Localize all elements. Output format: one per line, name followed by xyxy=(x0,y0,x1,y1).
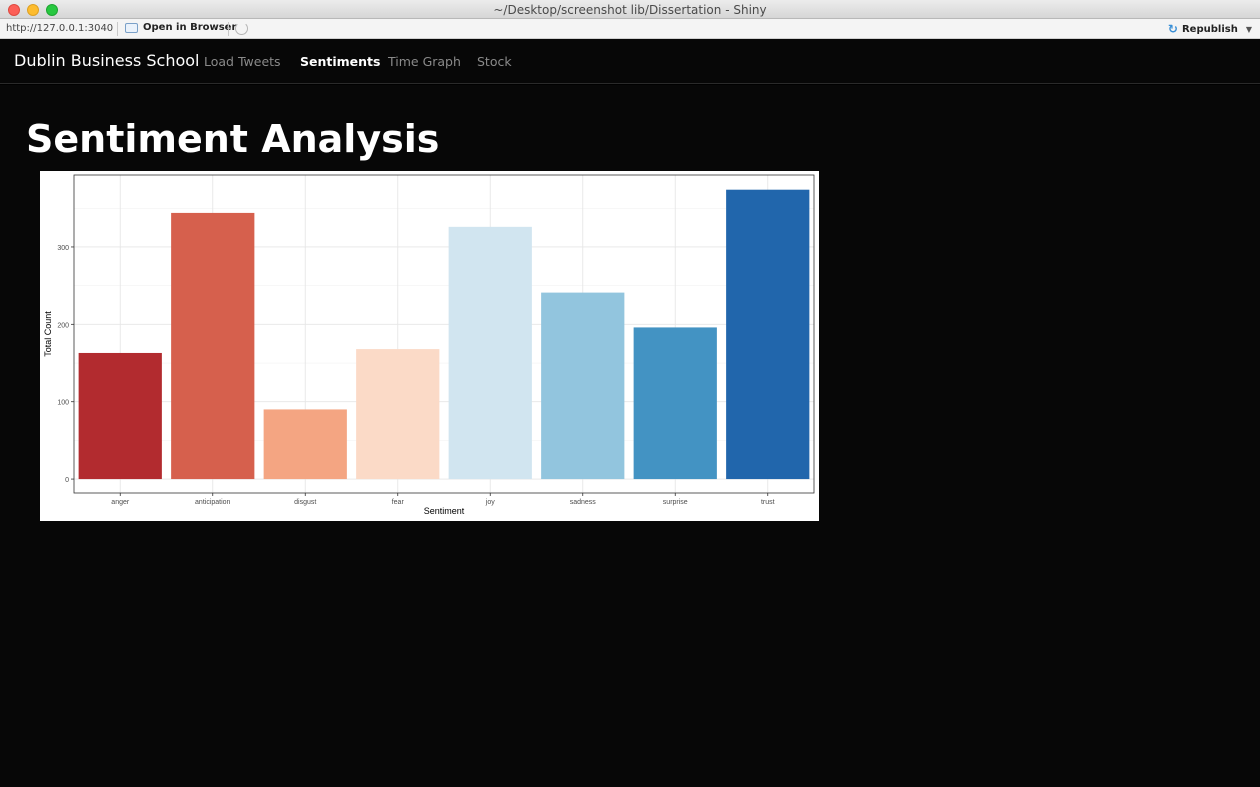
bar-anger xyxy=(78,352,162,480)
x-tick-label: trust xyxy=(761,499,775,506)
tab-sentiments[interactable]: Sentiments xyxy=(300,54,380,69)
bar-disgust xyxy=(263,409,347,480)
chevron-down-icon[interactable]: ▼ xyxy=(1246,25,1252,34)
y-tick-label: 300 xyxy=(57,245,69,252)
x-tick-label: sadness xyxy=(570,499,597,506)
x-tick-label: fear xyxy=(392,499,405,506)
page-title: Sentiment Analysis xyxy=(26,117,440,161)
x-tick-label: anger xyxy=(111,499,130,506)
bar-surprise xyxy=(633,327,717,480)
republish-icon: ↻ xyxy=(1167,22,1178,36)
main-content: Sentiment Analysis 0 100 200 300 anger antici… xyxy=(0,85,1260,787)
sentiment-bar-chart: 0 100 200 300 anger anticipation disgust fear jo… xyxy=(40,171,819,521)
open-in-browser-button[interactable]: Open in Browser xyxy=(125,22,236,33)
browser-icon xyxy=(125,22,138,33)
y-tick-label: 0 xyxy=(65,477,69,484)
navbar: Dublin Business School Load Tweets Senti… xyxy=(0,39,1260,84)
viewer-toolbar: http://127.0.0.1:3040 Open in Browser ↻ … xyxy=(0,19,1260,39)
open-in-browser-label: Open in Browser xyxy=(143,22,237,33)
chart-svg: 0 100 200 300 anger anticipation disgust fear jo… xyxy=(43,174,815,516)
bar-fear xyxy=(356,349,440,480)
toolbar-divider xyxy=(117,22,118,36)
x-axis-title: Sentiment xyxy=(424,506,465,516)
x-tick-label: disgust xyxy=(294,499,316,506)
tab-load-tweets[interactable]: Load Tweets xyxy=(204,54,281,69)
republish-button[interactable]: ↻ Republish ▼ xyxy=(1168,22,1252,36)
navbar-brand[interactable]: Dublin Business School xyxy=(14,51,200,70)
window-titlebar: ~/Desktop/screenshot lib/Dissertation - … xyxy=(0,0,1260,19)
tab-time-graph[interactable]: Time Graph xyxy=(388,54,461,69)
bar-anticipation xyxy=(171,212,255,480)
x-tick-label: surprise xyxy=(663,499,688,506)
y-tick-label: 200 xyxy=(57,322,69,329)
bar-joy xyxy=(448,226,532,480)
republish-label: Republish xyxy=(1181,23,1238,35)
tab-stock[interactable]: Stock xyxy=(477,54,512,69)
y-tick-label: 100 xyxy=(57,400,69,407)
x-tick-label: anticipation xyxy=(195,499,231,506)
toolbar-divider xyxy=(228,22,229,36)
x-tick-label: joy xyxy=(485,499,495,506)
window-title: ~/Desktop/screenshot lib/Dissertation - … xyxy=(493,3,767,17)
y-axis-title: Total Count xyxy=(43,311,53,357)
refresh-icon[interactable] xyxy=(235,22,248,35)
bar-trust xyxy=(726,189,810,480)
bar-sadness xyxy=(541,292,625,480)
url-label[interactable]: http://127.0.0.1:3040 xyxy=(6,23,113,34)
